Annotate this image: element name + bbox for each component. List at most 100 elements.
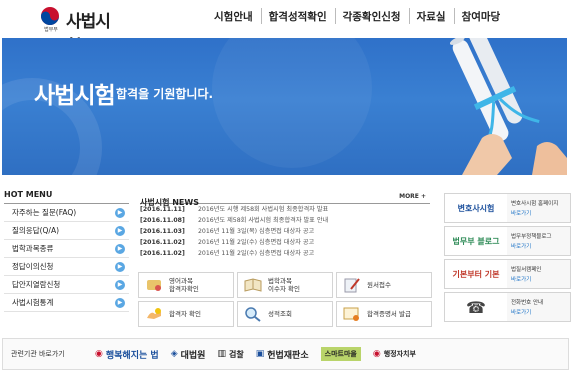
page: 법무부 사법시험 시험안내 합격성적확인 각종확인신청 자료실 참여마당 사법시… — [0, 0, 575, 376]
link-info: 전화번호 안내바로가기 — [507, 298, 543, 316]
agency-label: 행복해지는 법 — [105, 350, 159, 361]
agency-label: 헌법재판소 — [267, 350, 309, 361]
constitution-icon: ▣ — [255, 349, 265, 359]
news-text: 2016년 11월 3일(목) 심층면접 대상자 공고 — [198, 228, 315, 235]
main-banner: 사법시험 합격을 기원합니다. — [2, 38, 567, 175]
quick-pass-check-button[interactable]: 합격자 확인 — [138, 301, 234, 327]
hot-menu-item[interactable]: 정답이의신청 ▶ — [4, 258, 129, 276]
link-go: 바로가기 — [511, 277, 532, 283]
quick-label: 합격증명서 발급 — [367, 310, 411, 318]
agency-constitutional-court[interactable]: ▣ 헌법재판소 — [256, 348, 309, 361]
scroll-icon — [147, 280, 161, 291]
quick-label: 법학과목 이수자 확인 — [268, 277, 300, 293]
news-item[interactable]: [2016.11.03] 2016년 11월 3일(목) 심층면접 대상자 공고 — [140, 227, 430, 237]
nav-archive[interactable]: 자료실 — [408, 0, 454, 36]
court-icon: ◈ — [170, 349, 178, 359]
news-item[interactable]: [2016.11.02] 2016년 11월 2일(수) 심층면접 대상자 공고 — [140, 238, 430, 248]
news-title: 사법시험 NEWS — [140, 198, 199, 207]
nav-community[interactable]: 참여마당 — [453, 0, 509, 36]
agency-label: 스마트마을 — [324, 350, 357, 358]
news-text: 2016년 11월 2일(수) 심층면접 대상자 공고 — [198, 250, 315, 257]
banner-subtitle: 합격을 기원합니다. — [116, 87, 214, 101]
arrow-right-icon: ▶ — [115, 279, 125, 290]
certificate-icon — [343, 307, 359, 321]
arrow-right-icon: ▶ — [115, 297, 125, 308]
related-sites: 변호사시험 변호사시험 홈페이지바로가기 법무부 블로그 법무부정책블로그 바로가… — [444, 193, 571, 325]
arrow-right-icon: ▶ — [115, 243, 125, 254]
link-name: 변호사시험 홈페이지 — [511, 201, 559, 207]
agency-supreme-court[interactable]: ◈ 대법원 — [171, 348, 206, 361]
link-info: 변호사시험 홈페이지바로가기 — [507, 199, 558, 217]
link-phone-guide[interactable]: ☎ 전화번호 안내바로가기 — [444, 292, 571, 322]
agency-prosecution[interactable]: ▥ 검찰 — [217, 349, 243, 360]
hot-menu-item[interactable]: 법학과목종류 ▶ — [4, 240, 129, 258]
banner-decoration — [212, 38, 372, 168]
quick-label: 원서접수 — [367, 281, 391, 289]
link-law-campaign[interactable]: 기본부터 기본 법질서캠페인바로가기 — [444, 259, 571, 289]
agency-label: 행정자치부 — [383, 350, 416, 358]
agency-ministry-of-justice[interactable]: ◉ 행복해지는 법 — [95, 348, 159, 361]
news-item[interactable]: [2016.11.08] 2016년도 제58회 사법시험 최종합격자 발표 안내 — [140, 216, 430, 226]
logo-ministry: 법무부 — [44, 27, 58, 33]
link-go: 바로가기 — [511, 244, 532, 250]
link-name: 전화번호 안내 — [511, 300, 544, 306]
phone-icon: ☎ — [445, 293, 507, 321]
hot-menu-item-label: 자주하는 질문(FAQ) — [12, 208, 77, 217]
main-nav: 시험안내 합격성적확인 각종확인신청 자료실 참여마당 — [206, 0, 508, 36]
news-more-link[interactable]: MORE + — [399, 193, 426, 200]
bar-exam-logo: 변호사시험 — [445, 194, 507, 222]
hot-menu: HOT MENU 자주하는 질문(FAQ) ▶ 질의응답(Q/A) ▶ 법학과목종류… — [4, 190, 129, 312]
hot-menu-item[interactable]: 답안지열람신청 ▶ — [4, 276, 129, 294]
agency-smart-village[interactable]: 스마트마을 — [320, 347, 361, 361]
blog-logo: 법무부 블로그 — [445, 227, 507, 255]
agency-label: 대법원 — [180, 350, 206, 361]
quick-menu: 영어과목 합격자확인 법학과목 이수자 확인 원서접수 합격자 확인 성적조회 … — [138, 272, 433, 328]
nav-results[interactable]: 합격성적확인 — [260, 0, 335, 36]
quick-label: 영어과목 합격자확인 — [169, 277, 199, 293]
campaign-logo: 기본부터 기본 — [445, 260, 507, 288]
quick-application-button[interactable]: 원서접수 — [336, 272, 432, 298]
news-date: [2016.11.08] — [140, 217, 185, 224]
quick-label: 합격자 확인 — [169, 310, 201, 318]
link-ministry-blog[interactable]: 법무부 블로그 법무부정책블로그 바로가기 — [444, 226, 571, 256]
magnifier-icon — [245, 307, 261, 322]
nav-certificates[interactable]: 각종확인신청 — [334, 0, 409, 36]
book-icon — [244, 278, 262, 292]
hot-menu-item-label: 법학과목종류 — [12, 244, 54, 253]
news-date: [2016.11.02] — [140, 250, 185, 257]
link-go: 바로가기 — [511, 211, 532, 217]
hot-menu-item[interactable]: 질의응답(Q/A) ▶ — [4, 222, 129, 240]
hot-menu-item[interactable]: 사법시험통계 ▶ — [4, 294, 129, 312]
news-item[interactable]: [2016.11.02] 2016년 11월 2일(수) 심층면접 대상자 공고 — [140, 249, 430, 259]
hot-menu-item-label: 정답이의신청 — [12, 262, 54, 271]
news-text: 2016년도 시행 제58회 사법시험 최종합격자 발표 — [198, 206, 329, 213]
link-info: 법질서캠페인바로가기 — [507, 265, 541, 283]
taegeuk-emblem-icon — [41, 7, 59, 25]
quick-english-check-button[interactable]: 영어과목 합격자확인 — [138, 272, 234, 298]
agency-label: 검찰 — [228, 349, 244, 359]
hot-menu-item-label: 질의응답(Q/A) — [12, 226, 60, 235]
news-header: 사법시험 NEWS MORE + — [140, 190, 430, 207]
related-agencies-title: 관련기관 바로가기 — [11, 350, 65, 358]
pen-icon — [344, 278, 360, 293]
news-board: 사법시험 NEWS MORE + [2016.11.11] 2016년도 시행 제… — [140, 190, 430, 259]
hand-icon — [147, 308, 161, 319]
quick-certificate-button[interactable]: 합격증명서 발급 — [336, 301, 432, 327]
news-date: [2016.11.02] — [140, 239, 185, 246]
site-logo[interactable]: 법무부 사법시험 — [40, 6, 120, 57]
link-go: 바로가기 — [511, 310, 532, 316]
link-bar-exam[interactable]: 변호사시험 변호사시험 홈페이지바로가기 — [444, 193, 571, 223]
hot-menu-item[interactable]: 자주하는 질문(FAQ) ▶ — [4, 204, 129, 222]
quick-score-button[interactable]: 성적조회 — [237, 301, 333, 327]
quick-law-credit-button[interactable]: 법학과목 이수자 확인 — [237, 272, 333, 298]
hot-menu-item-label: 사법시험통계 — [12, 298, 54, 307]
agency-interior-ministry[interactable]: ◉ 행정자치부 — [373, 349, 416, 359]
nav-exam-guide[interactable]: 시험안내 — [206, 0, 261, 36]
hot-menu-item-label: 답안지열람신청 — [12, 280, 61, 289]
link-name: 법질서캠페인 — [511, 267, 542, 273]
hot-menu-title: HOT MENU — [4, 190, 129, 204]
arrow-right-icon: ▶ — [115, 261, 125, 272]
banner-title: 사법시험 — [34, 83, 116, 109]
header: 법무부 사법시험 시험안내 합격성적확인 각종확인신청 자료실 참여마당 — [0, 0, 575, 57]
link-info: 법무부정책블로그 바로가기 — [507, 232, 551, 250]
